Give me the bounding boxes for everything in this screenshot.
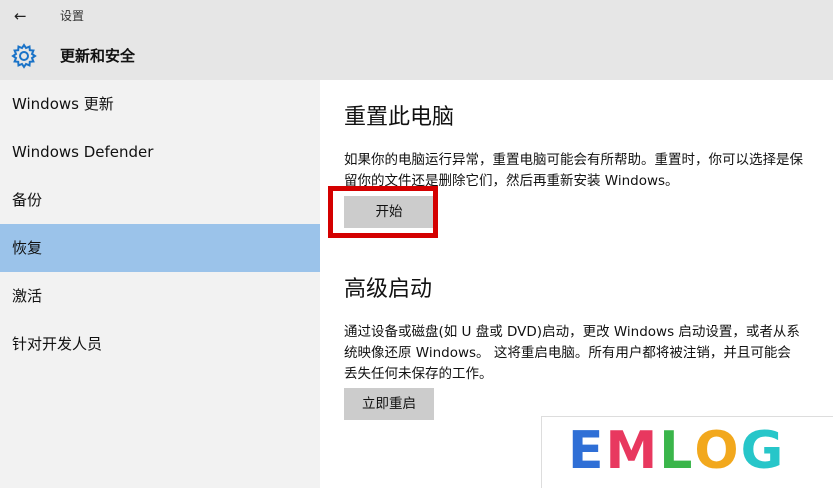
- advanced-startup-title: 高级启动: [344, 277, 433, 302]
- sidebar-item-backup[interactable]: 备份: [0, 176, 320, 224]
- advanced-startup-description: 通过设备或磁盘(如 U 盘或 DVD)启动，更改 Windows 启动设置，或者…: [344, 324, 800, 382]
- back-arrow-icon[interactable]: ←: [14, 8, 34, 24]
- logo-letter-o: O: [694, 421, 741, 481]
- page-title: 更新和安全: [60, 47, 136, 65]
- sidebar-item-windows-defender[interactable]: Windows Defender: [0, 128, 320, 176]
- gear-icon: [11, 43, 37, 69]
- window-title: 设置: [60, 9, 85, 23]
- logo-letter-g: G: [740, 421, 786, 481]
- sidebar-item-recovery[interactable]: 恢复: [0, 224, 320, 272]
- page-header: 更新和安全: [0, 32, 833, 80]
- sidebar-item-windows-update[interactable]: Windows 更新: [0, 80, 320, 128]
- restart-now-button[interactable]: 立即重启: [344, 388, 434, 420]
- logo-letter-e: E: [568, 421, 606, 481]
- watermark-logo: EMLOG: [541, 416, 833, 488]
- sidebar-item-activation[interactable]: 激活: [0, 272, 320, 320]
- sidebar-item-for-developers[interactable]: 针对开发人员: [0, 320, 320, 368]
- watermark-text: EMLOG: [568, 423, 785, 479]
- reset-section-title: 重置此电脑: [344, 105, 455, 130]
- sidebar: Windows 更新 Windows Defender 备份 恢复 激活 针对开…: [0, 80, 320, 488]
- highlight-box: [328, 186, 438, 238]
- title-bar: ← 设置: [0, 0, 833, 32]
- logo-letter-l: L: [659, 421, 695, 481]
- logo-letter-m: M: [605, 421, 660, 481]
